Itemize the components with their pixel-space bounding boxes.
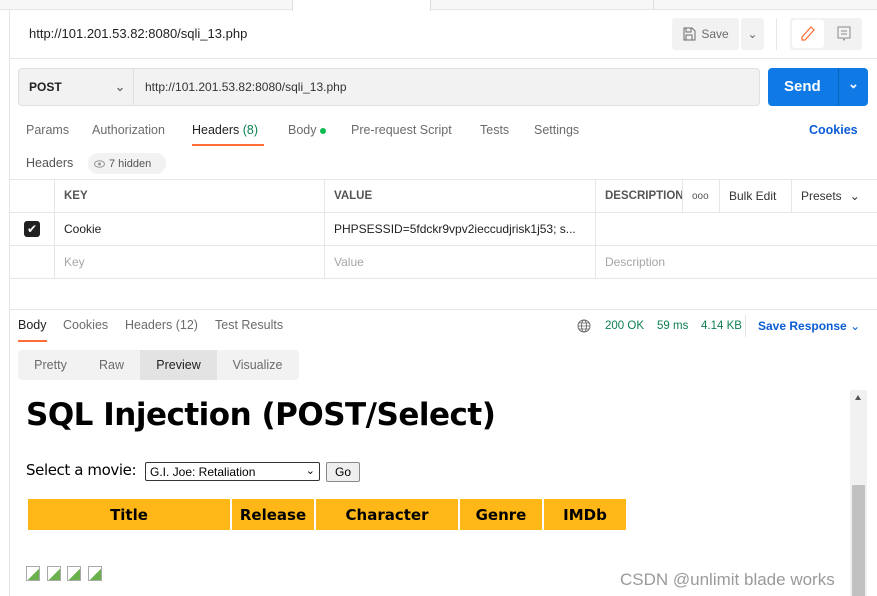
more-options-button[interactable]: ooo: [683, 180, 720, 212]
save-response-button[interactable]: Save Response ⌄: [758, 319, 860, 333]
tab-tests[interactable]: Tests: [480, 123, 509, 137]
response-tab-headers[interactable]: Headers (12): [125, 318, 198, 332]
tab-label: Body: [288, 123, 317, 137]
status-dot-icon: [319, 127, 326, 134]
column-header-title: Title: [28, 499, 230, 530]
view-raw[interactable]: Raw: [83, 350, 140, 380]
page-heading: SQL Injection (POST/Select): [26, 397, 496, 433]
globe-icon[interactable]: [577, 319, 591, 333]
divider: [776, 18, 777, 50]
chevron-down-icon: ⌄: [849, 189, 860, 203]
send-button[interactable]: Send ⌄: [768, 68, 868, 106]
url-value: http://101.201.53.82:8080/sqli_13.php: [145, 80, 347, 94]
method-value: POST: [29, 80, 62, 94]
divider: [10, 58, 877, 59]
new-description-input[interactable]: Description: [596, 246, 877, 278]
response-time[interactable]: 59 ms: [657, 320, 688, 332]
headers-label: Headers: [26, 156, 74, 170]
new-key-input[interactable]: Key: [55, 246, 325, 278]
tab-pre-request-script[interactable]: Pre-request Script: [351, 123, 452, 137]
response-tab-test-results[interactable]: Test Results: [215, 318, 283, 332]
view-pretty[interactable]: Pretty: [18, 350, 83, 380]
active-request-tab[interactable]: [292, 0, 431, 11]
request-title: http://101.201.53.82:8080/sqli_13.php: [29, 26, 248, 41]
chevron-down-icon: ⌄: [115, 80, 126, 94]
go-button[interactable]: Go: [326, 462, 360, 482]
documentation-button[interactable]: [828, 20, 860, 48]
movie-select[interactable]: G.I. Joe: Retaliation ⌄: [145, 462, 320, 481]
tab-divider: [653, 0, 654, 10]
header-enabled-checkbox[interactable]: ✔: [24, 221, 40, 237]
selected-movie: G.I. Joe: Retaliation: [150, 465, 256, 479]
save-dropdown-button[interactable]: ⌄: [741, 18, 764, 50]
column-header-character: Character: [316, 499, 458, 530]
active-tab-indicator: [192, 144, 264, 146]
hidden-headers-toggle[interactable]: 7 hidden: [88, 153, 166, 174]
response-tab-body[interactable]: Body: [18, 318, 47, 332]
watermark: CSDN @unlimit blade works: [620, 570, 835, 589]
headers-table: KEY VALUE DESCRIPTION ooo Bulk Edit Pres…: [10, 179, 877, 279]
document-icon: [837, 26, 851, 42]
new-value-input[interactable]: Value: [325, 246, 596, 278]
tab-authorization[interactable]: Authorization: [92, 123, 165, 137]
view-toggle: [790, 18, 862, 50]
column-header-key: KEY: [55, 180, 325, 212]
save-icon: [683, 27, 696, 41]
header-key[interactable]: Cookie: [55, 213, 325, 245]
broken-image-icon: [47, 566, 61, 581]
send-label: Send: [784, 78, 821, 95]
broken-image-icon: [26, 566, 40, 581]
response-tab-cookies[interactable]: Cookies: [63, 318, 108, 332]
active-tab-indicator: [18, 340, 47, 342]
chevron-down-icon: ⌄: [747, 27, 758, 41]
column-header-description: DESCRIPTION: [596, 180, 683, 212]
preview-scrollbar[interactable]: [850, 390, 867, 596]
view-visualize[interactable]: Visualize: [217, 350, 298, 380]
tab-body[interactable]: Body: [288, 123, 326, 137]
bulk-edit-button[interactable]: Bulk Edit: [720, 180, 792, 212]
url-input[interactable]: http://101.201.53.82:8080/sqli_13.php: [133, 68, 760, 106]
header-value[interactable]: PHPSESSID=5fdckr9vpv2ieccudjrisk1j53; s.…: [325, 213, 596, 245]
presets-label: Presets: [801, 189, 842, 203]
view-preview[interactable]: Preview: [140, 350, 217, 380]
divider: [745, 315, 746, 337]
pencil-icon: [801, 26, 815, 41]
chevron-down-icon[interactable]: ⌄: [848, 76, 859, 92]
tab-label: Headers: [192, 123, 240, 137]
save-button[interactable]: Save: [672, 18, 739, 50]
hidden-count: 7 hidden: [109, 157, 152, 170]
header-description[interactable]: [596, 213, 877, 245]
broken-image-icon: [67, 566, 81, 581]
divider: [10, 309, 877, 310]
tab-settings[interactable]: Settings: [534, 123, 579, 137]
column-header-imdb: IMDb: [544, 499, 626, 530]
scrollbar-thumb[interactable]: [852, 485, 865, 596]
tab-params[interactable]: Params: [26, 123, 69, 137]
edit-button[interactable]: [792, 20, 824, 48]
tab-count: (8): [242, 123, 259, 137]
cookies-link[interactable]: Cookies: [809, 123, 858, 137]
presets-dropdown[interactable]: Presets ⌄: [792, 180, 877, 212]
status-code[interactable]: 200 OK: [605, 320, 644, 332]
chevron-down-icon: ⌄: [305, 465, 315, 477]
column-header-release: Release: [232, 499, 314, 530]
save-label: Save: [701, 27, 729, 41]
method-select[interactable]: POST ⌄: [18, 68, 134, 106]
save-response-label: Save Response: [758, 319, 847, 333]
scroll-up-icon[interactable]: [855, 395, 861, 400]
broken-image-icon: [88, 566, 102, 581]
response-size[interactable]: 4.14 KB: [701, 320, 742, 332]
tab-strip: [0, 0, 877, 10]
column-header-genre: Genre: [460, 499, 542, 530]
select-label: Select a movie:: [26, 461, 137, 479]
column-header-value: VALUE: [325, 180, 596, 212]
eye-icon: [94, 159, 105, 168]
tab-headers[interactable]: Headers (8): [192, 123, 258, 137]
chevron-down-icon: ⌄: [850, 319, 861, 333]
